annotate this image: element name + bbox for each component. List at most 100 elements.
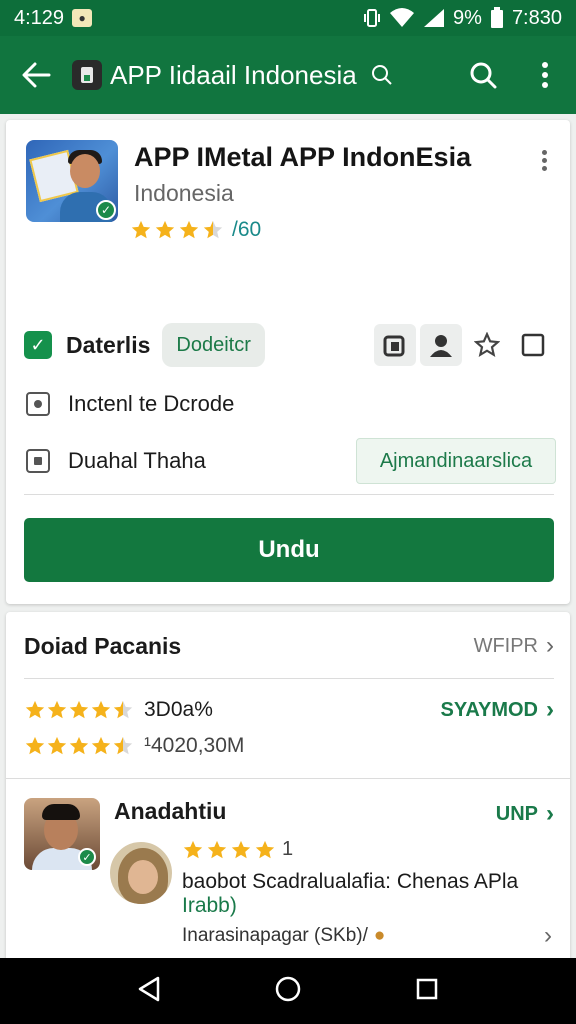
app-bar: APP Iidaail Indonesia	[0, 36, 576, 114]
reaction-icon: ●	[373, 925, 386, 946]
star-icon	[69, 736, 89, 755]
star-icon	[25, 736, 45, 755]
divider	[6, 778, 570, 779]
app-name: APP IMetal APP IndonEsia	[134, 142, 472, 172]
rating-count: /60	[232, 218, 262, 241]
section-title: Doiad Pacanis	[24, 632, 182, 659]
star-icon	[255, 840, 275, 858]
review-rating: 1	[182, 838, 293, 861]
app-icon: ✓	[26, 140, 118, 222]
feature2-label: Duahal Thaha	[68, 448, 206, 473]
wifi-icon	[390, 8, 415, 27]
copy-button[interactable]	[374, 324, 416, 366]
nav-recents-button[interactable]	[415, 977, 439, 1006]
checkbox-icon	[521, 333, 545, 357]
star-half-icon	[113, 736, 133, 755]
badge-row: ✓ Daterlis Dodeitcr	[24, 322, 554, 368]
chevron-right-icon: ›	[546, 632, 554, 659]
recents-square-icon	[417, 978, 438, 999]
copy-icon	[383, 335, 405, 357]
signal-icon	[424, 9, 445, 27]
section-link[interactable]: WFIPR ›	[474, 632, 554, 660]
verified-check-icon: ✓	[78, 848, 96, 866]
review-footer-text: Inarasinapagar (SKb)/	[182, 925, 368, 946]
star-icon	[47, 700, 67, 719]
star-icon	[25, 700, 45, 719]
star-icon	[91, 700, 111, 719]
stat-row-1: 3D0a% SYAYMOD ›	[24, 696, 554, 724]
vibrate-icon	[364, 9, 381, 27]
reviewer-avatar: ✓	[24, 798, 100, 870]
stat2-value: ¹4020,30M	[144, 734, 245, 757]
more-vert-icon	[542, 62, 548, 88]
star-half-icon	[113, 700, 133, 719]
chevron-right-icon: ›	[544, 922, 552, 949]
star-icon	[47, 736, 67, 755]
nav-home-button[interactable]	[274, 975, 302, 1008]
feature1-label: Inctenl te Dcrode	[68, 391, 235, 416]
star-icon	[207, 840, 227, 858]
user-button[interactable]	[420, 324, 462, 366]
feature-icon	[26, 449, 50, 473]
star-icon	[155, 220, 175, 239]
stat-row-2: ¹4020,30M	[24, 734, 244, 758]
chevron-right-icon: ›	[546, 800, 554, 827]
star-half-icon	[203, 220, 223, 239]
badge-label: Daterlis	[66, 331, 151, 358]
reviewer-link-label: UNP	[495, 802, 538, 825]
chevron-right-icon: ›	[546, 696, 554, 723]
home-circle-icon	[275, 976, 301, 1001]
star-icon	[179, 220, 199, 239]
app-info-card: ✓ APP IMetal APP IndonEsia Indonesia /60…	[6, 120, 570, 604]
status-time-left: 4:129	[14, 6, 65, 29]
details-card: Doiad Pacanis WFIPR › 3D0a% SYAYMOD › ¹4…	[6, 612, 570, 962]
status-bar: 4:129 ● 9% 7:830	[0, 0, 576, 36]
system-nav-bar	[0, 958, 576, 1024]
verified-check-icon: ✓	[96, 200, 116, 220]
stat1-link[interactable]: SYAYMOD ›	[441, 696, 554, 724]
back-triangle-icon	[138, 976, 159, 1001]
search-icon	[470, 62, 497, 89]
feature-row-2: Duahal Thaha Ajmandinaarslica	[26, 432, 556, 490]
review-sub: Irabb)	[182, 894, 237, 917]
review-rating-num: 1	[282, 838, 294, 860]
app-bar-title: APP Iidaail Indonesia	[110, 59, 357, 90]
more-options-button[interactable]	[514, 36, 576, 114]
divider	[24, 678, 554, 679]
search-button[interactable]	[452, 36, 514, 114]
category-chip[interactable]: Dodeitcr	[162, 323, 265, 367]
check-icon: ✓	[24, 331, 52, 359]
app-rating: /60	[130, 218, 261, 242]
back-button[interactable]	[0, 36, 72, 114]
reviewer-link[interactable]: UNP ›	[496, 800, 554, 828]
user-icon	[430, 335, 452, 357]
battery-percent: 9%	[453, 6, 482, 29]
card-menu-button[interactable]	[532, 144, 556, 176]
battery-icon	[490, 7, 503, 28]
star-icon	[131, 220, 151, 239]
favorite-button[interactable]	[466, 324, 508, 366]
feature-row-1: Inctenl te Dcrode	[26, 384, 234, 424]
section-header: Doiad Pacanis WFIPR ›	[24, 628, 554, 664]
review-text: baobot Scadralualafia: Chenas APla	[182, 870, 519, 893]
feature-icon	[26, 392, 50, 416]
section-link-label: WFIPR	[473, 634, 538, 657]
star-icon	[91, 736, 111, 755]
install-button[interactable]: Undu	[24, 518, 554, 582]
reviewer-name: Anadahtiu	[114, 798, 227, 824]
review-author-avatar	[108, 840, 174, 906]
small-search-icon	[371, 65, 392, 85]
stat1-value: 3D0a%	[144, 698, 213, 721]
star-icon	[69, 700, 89, 719]
secondary-action-button[interactable]: Ajmandinaarslica	[356, 438, 556, 484]
arrow-left-icon	[22, 62, 51, 88]
star-outline-icon	[474, 332, 500, 357]
select-checkbox[interactable]	[512, 324, 554, 366]
star-icon	[183, 840, 203, 858]
review-body: baobot Scadralualafia: Chenas APla Irabb…	[182, 870, 542, 918]
nav-back-button[interactable]	[137, 976, 161, 1007]
stat1-link-label: SYAYMOD	[440, 698, 538, 721]
notification-icon: ●	[72, 9, 93, 27]
review-footer[interactable]: Inarasinapagar (SKb)/ ● ›	[182, 922, 552, 950]
star-icon	[231, 840, 251, 858]
